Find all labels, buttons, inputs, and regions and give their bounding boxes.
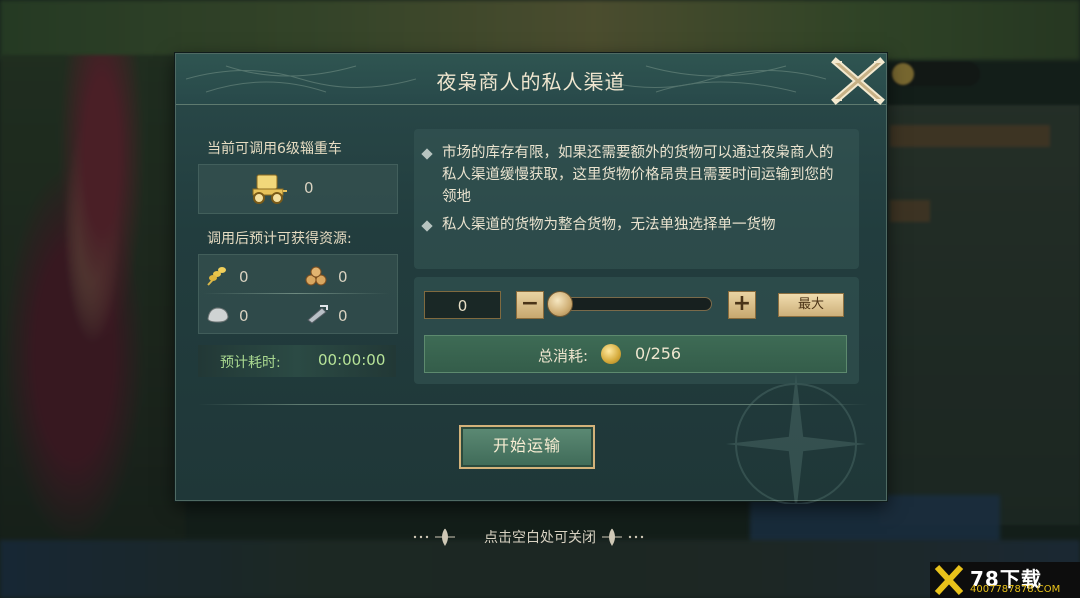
cost-label: 总消耗:: [538, 347, 589, 365]
decrease-button[interactable]: −: [516, 291, 544, 319]
wagon-icon: [252, 174, 287, 204]
site-watermark: 78下载 4007787878.COM: [930, 562, 1080, 598]
diamond-bullet-icon: [421, 148, 433, 160]
divider: [198, 404, 868, 405]
eta-bar: 预计耗时: 00:00:00: [198, 345, 396, 377]
resources-divider: [203, 293, 389, 294]
start-transport-button[interactable]: 开始运输: [459, 425, 595, 469]
eta-value: 00:00:00: [318, 351, 386, 369]
resource-value: 0: [338, 268, 348, 286]
info-text: 私人渠道的货物为整合货物，无法单独选择单一货物: [442, 217, 776, 233]
info-text: 市场的库存有限，如果还需要额外的货物可以通过夜枭商人的私人渠道缓慢获取，这里货物…: [442, 145, 834, 205]
close-icon: [831, 57, 885, 105]
quantity-input[interactable]: 0: [424, 291, 501, 319]
quantity-slider-thumb[interactable]: [547, 291, 573, 317]
stone-icon: [207, 307, 229, 323]
increase-button[interactable]: +: [728, 291, 756, 319]
quantity-panel: 0 − + 最大 总消耗: 0/256: [414, 277, 859, 384]
info-box: 市场的库存有限，如果还需要额外的货物可以通过夜枭商人的私人渠道缓慢获取，这里货物…: [414, 129, 859, 269]
title-bar: 夜枭商人的私人渠道: [176, 54, 886, 105]
wheat-icon: [207, 267, 226, 286]
resources-label: 调用后预计可获得资源:: [207, 231, 352, 247]
resource-value: 0: [239, 307, 249, 325]
cost-value: 0/256: [635, 344, 682, 363]
max-button[interactable]: 最大: [778, 293, 844, 317]
resources-box: 0 0 0 0: [198, 254, 398, 334]
resource-value: 0: [338, 307, 348, 325]
total-cost-bar: 总消耗: 0/256: [424, 335, 847, 373]
iron-icon: [307, 305, 328, 324]
dialog-title: 夜枭商人的私人渠道: [436, 70, 626, 94]
wagon-label: 当前可调用6级辎重车: [207, 141, 342, 157]
gold-coin-icon: [601, 344, 621, 364]
private-channel-dialog: 夜枭商人的私人渠道 当前可调用6级辎重车 0 调用后预计可获得资源: 0 0 0…: [175, 53, 887, 504]
watermark-site: 4007787878.COM: [970, 584, 1061, 595]
wagon-count: 0: [304, 179, 314, 197]
close-button[interactable]: [830, 56, 886, 106]
diamond-bullet-icon: [421, 220, 433, 232]
quantity-slider-track[interactable]: [549, 297, 712, 311]
eta-label: 预计耗时:: [220, 355, 281, 371]
wagon-box: 0: [198, 164, 398, 214]
close-hint: 点击空白处可关闭: [484, 530, 596, 546]
wood-logs-icon: [305, 266, 327, 286]
hint-ornament-right-icon: [602, 528, 644, 546]
resource-value: 0: [239, 268, 249, 286]
x-logo-icon: [934, 564, 964, 596]
